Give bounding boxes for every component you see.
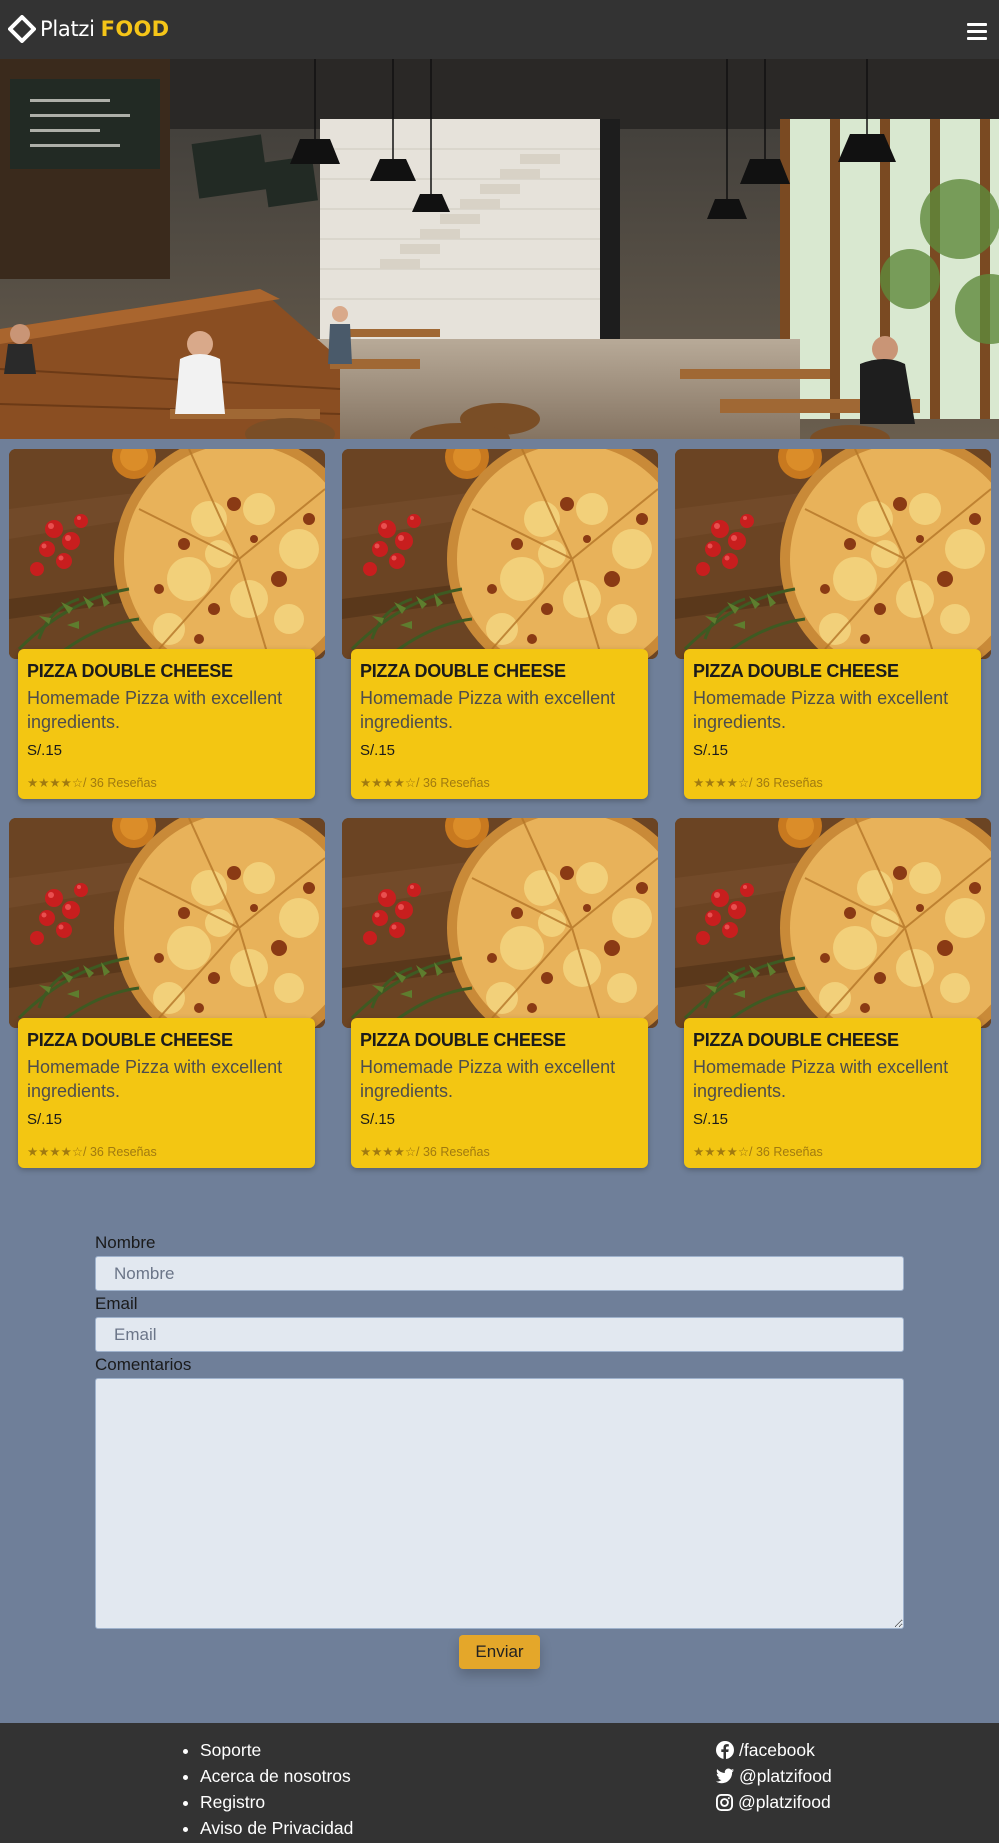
logo-text-food: FOOD [100,17,170,41]
product-card[interactable]: PIZZA DOUBLE CHEESE Homemade Pizza with … [9,449,325,807]
product-card[interactable]: PIZZA DOUBLE CHEESE Homemade Pizza with … [342,818,658,1176]
product-price: S/.15 [27,1111,63,1128]
product-description: Homemade Pizza with excellent ingredient… [27,1057,283,1101]
product-title: PIZZA DOUBLE CHEESE [693,1030,899,1050]
product-description: Homemade Pizza with excellent ingredient… [693,1057,949,1101]
product-title: PIZZA DOUBLE CHEESE [693,661,899,681]
email-input[interactable] [95,1317,904,1352]
product-price: S/.15 [360,742,396,759]
product-reviews: ★★★★☆/ 36 Reseñas [360,776,490,790]
pizza-image [9,449,325,659]
facebook-icon [716,1741,734,1759]
product-title: PIZZA DOUBLE CHEESE [27,1030,233,1050]
product-price: S/.15 [693,1111,729,1128]
pizza-image [9,818,325,1028]
hamburger-menu-icon[interactable] [967,23,987,43]
pizza-image [675,818,991,1028]
footer: Soporte Acerca de nosotros Registro Avis… [0,1723,999,1843]
comments-textarea[interactable] [95,1378,904,1629]
product-card-body: PIZZA DOUBLE CHEESE Homemade Pizza with … [18,1018,315,1168]
social-links: /facebook @platzifood @platzifood [716,1737,832,1815]
footer-link-item: Registro [200,1789,353,1815]
instagram-icon [716,1793,733,1811]
product-card-body: PIZZA DOUBLE CHEESE Homemade Pizza with … [351,649,648,799]
product-reviews: ★★★★☆/ 36 Reseñas [27,776,157,790]
comments-label: Comentarios [95,1355,192,1374]
product-card-body: PIZZA DOUBLE CHEESE Homemade Pizza with … [351,1018,648,1168]
product-title: PIZZA DOUBLE CHEESE [360,661,566,681]
product-price: S/.15 [360,1111,396,1128]
product-reviews: ★★★★☆/ 36 Reseñas [693,776,823,790]
name-label: Nombre [95,1233,156,1252]
social-item-instagram: @platzifood [716,1789,832,1815]
product-reviews: ★★★★☆/ 36 Reseñas [27,1145,157,1159]
footer-links-list: Soporte Acerca de nosotros Registro Avis… [178,1737,353,1841]
email-label: Email [95,1294,138,1313]
social-item-twitter: @platzifood [716,1763,832,1789]
product-card[interactable]: PIZZA DOUBLE CHEESE Homemade Pizza with … [9,818,325,1176]
submit-button[interactable]: Enviar [459,1635,540,1669]
footer-link-registro[interactable]: Registro [200,1792,265,1812]
product-description: Homemade Pizza with excellent ingredient… [360,1057,616,1101]
pizza-image [342,818,658,1028]
product-price: S/.15 [693,742,729,759]
name-input[interactable] [95,1256,904,1291]
product-reviews: ★★★★☆/ 36 Reseñas [693,1145,823,1159]
social-item-facebook: /facebook [716,1737,832,1763]
pizza-image [342,449,658,659]
product-title: PIZZA DOUBLE CHEESE [27,661,233,681]
product-description: Homemade Pizza with excellent ingredient… [27,688,283,732]
product-card[interactable]: PIZZA DOUBLE CHEESE Homemade Pizza with … [342,449,658,807]
logo-text-platzi: Platzi [40,17,95,41]
footer-link-privacidad[interactable]: Aviso de Privacidad [200,1818,353,1838]
product-description: Homemade Pizza with excellent ingredient… [693,688,949,732]
product-card-body: PIZZA DOUBLE CHEESE Homemade Pizza with … [684,1018,981,1168]
footer-link-item: Acerca de nosotros [200,1763,353,1789]
product-reviews: ★★★★☆/ 36 Reseñas [360,1145,490,1159]
footer-link-item: Soporte [200,1737,353,1763]
product-card-body: PIZZA DOUBLE CHEESE Homemade Pizza with … [684,649,981,799]
facebook-link[interactable]: /facebook [739,1740,815,1761]
twitter-link[interactable]: @platzifood [739,1766,832,1787]
product-description: Homemade Pizza with excellent ingredient… [360,688,616,732]
platzi-food-logo[interactable]: Platzi FOOD [8,14,169,44]
twitter-icon [716,1768,734,1784]
product-card[interactable]: PIZZA DOUBLE CHEESE Homemade Pizza with … [675,818,991,1176]
top-navbar: Platzi FOOD [0,0,999,59]
product-title: PIZZA DOUBLE CHEESE [360,1030,566,1050]
pizza-image [675,449,991,659]
footer-link-item: Aviso de Privacidad [200,1815,353,1841]
product-card[interactable]: PIZZA DOUBLE CHEESE Homemade Pizza with … [675,449,991,807]
footer-link-acerca[interactable]: Acerca de nosotros [200,1766,351,1786]
product-card-body: PIZZA DOUBLE CHEESE Homemade Pizza with … [18,649,315,799]
hero-restaurant-image [0,59,999,439]
product-price: S/.15 [27,742,63,759]
instagram-link[interactable]: @platzifood [738,1792,831,1813]
platzi-logo-icon [8,15,36,43]
footer-link-soporte[interactable]: Soporte [200,1740,261,1760]
